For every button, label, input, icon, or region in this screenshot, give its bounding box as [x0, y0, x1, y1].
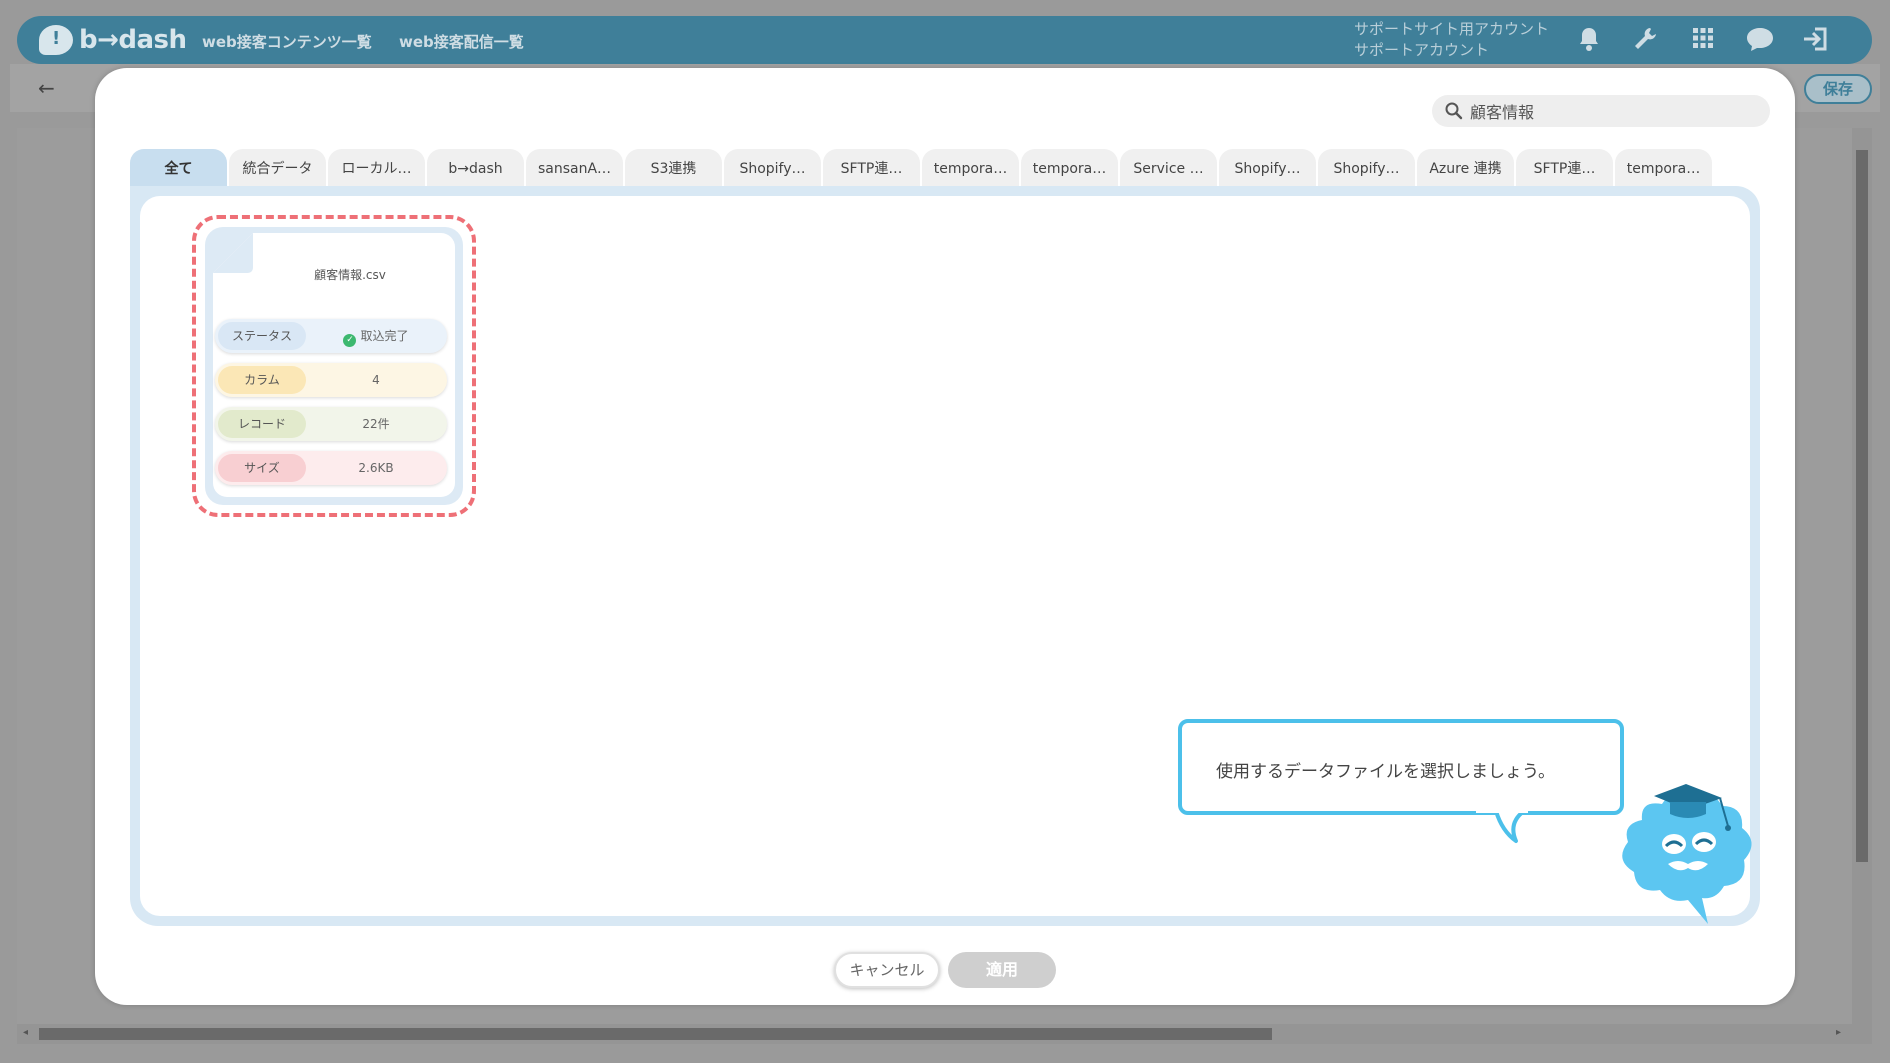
account-info[interactable]: サポートサイト用アカウント サポートアカウント	[1354, 19, 1549, 61]
mascot-character-icon	[1622, 784, 1752, 924]
tab-shopify-3[interactable]: Shopify…	[1318, 149, 1415, 187]
column-label: カラム	[218, 366, 306, 394]
tab-temporary-1[interactable]: tempora…	[922, 149, 1019, 187]
file-name: 顧客情報.csv	[314, 268, 386, 282]
tab-temporary-2[interactable]: tempora…	[1021, 149, 1118, 187]
status-row: ステータス ✓ 取込完了	[215, 319, 447, 353]
wrench-icon[interactable]	[1631, 26, 1659, 54]
record-row: レコード 22件	[215, 407, 447, 441]
tab-local[interactable]: ローカル…	[328, 149, 425, 187]
logo-text: b→dash	[79, 25, 187, 55]
back-arrow-icon[interactable]: ←	[38, 76, 55, 100]
tab-temporary-3[interactable]: tempora…	[1615, 149, 1712, 187]
apply-button[interactable]: 適用	[948, 952, 1056, 988]
size-row: サイズ 2.6KB	[215, 451, 447, 485]
tab-azure[interactable]: Azure 連携	[1417, 149, 1514, 187]
speech-bubble-tail-icon	[1476, 809, 1528, 843]
record-label: レコード	[218, 410, 306, 438]
file-card[interactable]: 顧客情報.csv ステータス ✓ 取込完了 カラム 4 レコード 22件 サイズ …	[205, 227, 463, 505]
record-value: 22件	[362, 417, 390, 431]
guide-message: 使用するデータファイルを選択しましょう。	[1216, 762, 1555, 782]
status-label: ステータス	[218, 322, 306, 350]
cancel-button[interactable]: キャンセル	[834, 952, 940, 988]
status-value-wrap: ✓ 取込完了	[309, 319, 443, 353]
scroll-left-icon[interactable]: ◂	[23, 1027, 28, 1038]
bdash-logo[interactable]: b→dash	[39, 23, 187, 57]
size-label: サイズ	[218, 454, 306, 482]
check-circle-icon: ✓	[343, 334, 357, 347]
grid-icon[interactable]	[1689, 26, 1717, 54]
nav-web-content-list[interactable]: web接客コンテンツ一覧	[202, 31, 372, 52]
tab-s3[interactable]: S3連携	[625, 149, 722, 187]
file-corner-fold-icon	[213, 233, 253, 273]
logo-mark-icon	[39, 25, 73, 55]
save-button[interactable]: 保存	[1804, 74, 1872, 104]
vertical-scrollbar[interactable]	[1852, 128, 1872, 1024]
tab-all[interactable]: 全て	[130, 149, 227, 187]
scroll-right-icon[interactable]: ▸	[1836, 1027, 1841, 1038]
search-input[interactable]	[1470, 99, 1760, 123]
tab-integrated-data[interactable]: 統合データ	[229, 149, 326, 187]
tab-shopify-2[interactable]: Shopify…	[1219, 149, 1316, 187]
search-icon	[1445, 102, 1463, 120]
vertical-scrollbar-thumb[interactable]	[1856, 150, 1868, 862]
search-box[interactable]	[1432, 95, 1770, 127]
bell-icon[interactable]	[1575, 26, 1603, 54]
size-value: 2.6KB	[358, 461, 394, 475]
account-user: サポートアカウント	[1354, 41, 1490, 59]
tab-bdash[interactable]: b→dash	[427, 149, 524, 187]
tab-shopify-1[interactable]: Shopify…	[724, 149, 821, 187]
top-navigation-bar: b→dash web接客コンテンツ一覧 web接客配信一覧 サポートサイト用アカ…	[17, 16, 1872, 64]
status-value: 取込完了	[360, 329, 409, 343]
horizontal-scrollbar-thumb[interactable]	[39, 1028, 1272, 1040]
guide-speech-bubble: 使用するデータファイルを選択しましょう。	[1178, 719, 1624, 815]
column-row: カラム 4	[215, 363, 447, 397]
nav-web-delivery-list[interactable]: web接客配信一覧	[399, 31, 524, 52]
tab-sftp-2[interactable]: SFTP連…	[1516, 149, 1613, 187]
column-value: 4	[372, 373, 380, 387]
horizontal-scrollbar[interactable]: ◂ ▸	[17, 1024, 1872, 1044]
tab-sansan[interactable]: sansanA…	[526, 149, 623, 187]
account-name: サポートサイト用アカウント	[1354, 20, 1550, 38]
tab-service[interactable]: Service …	[1120, 149, 1217, 187]
logout-icon[interactable]	[1801, 26, 1829, 54]
chat-icon[interactable]	[1745, 26, 1773, 54]
tab-sftp-1[interactable]: SFTP連…	[823, 149, 920, 187]
